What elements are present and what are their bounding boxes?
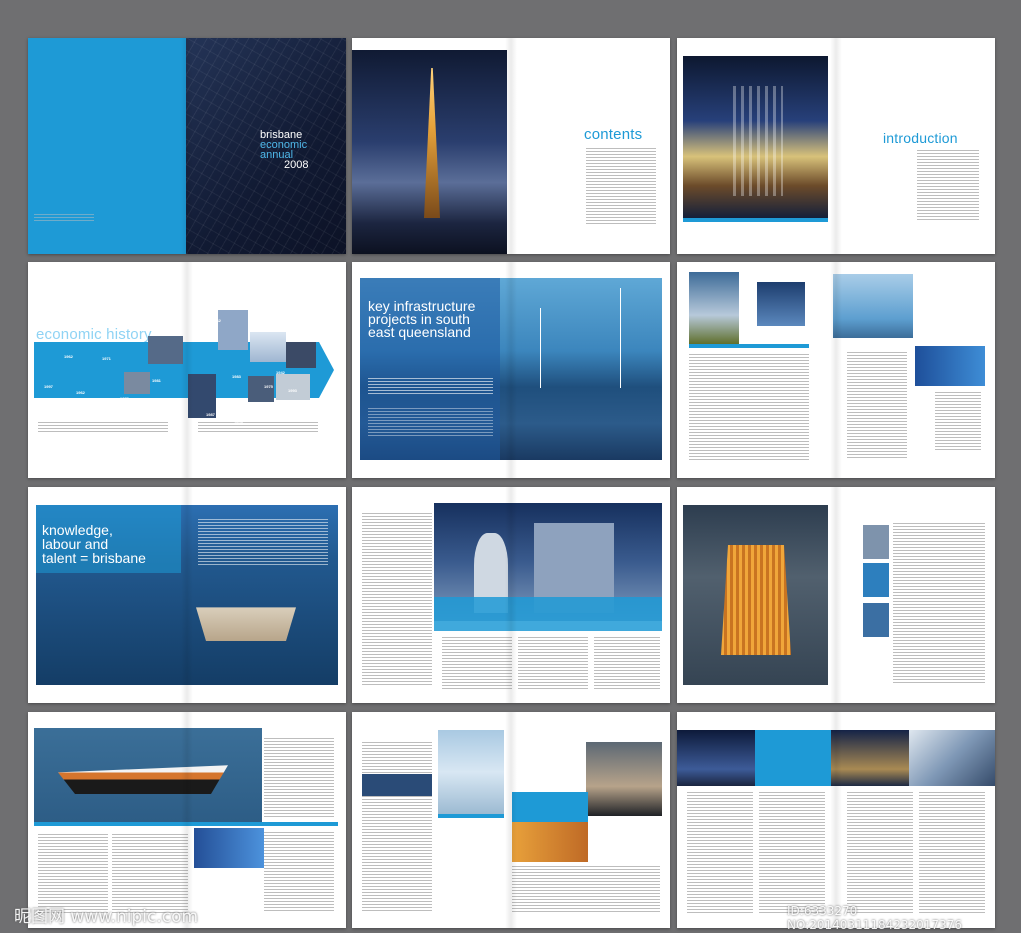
refinery-photo — [683, 56, 828, 218]
oil-rig-photo — [352, 50, 507, 254]
timeline-year-label: 1962 — [64, 354, 73, 359]
spread-lng-ship — [28, 712, 346, 928]
timeline-year-label: 1993 — [288, 388, 297, 393]
platform-sea-photo: knowledge, labour and talent = brisbane — [36, 505, 338, 685]
spread-energy-feature — [677, 262, 995, 478]
timeline-year-label: 1981 — [152, 378, 161, 383]
infra-title-line3: east queensland — [368, 324, 471, 340]
lng-ship-photo — [34, 728, 262, 822]
timeline-year-label: 1987 — [206, 412, 215, 417]
cover-building-photo: brisbane economic annual 2008 — [186, 38, 346, 254]
offshore-platform-photo — [683, 505, 828, 685]
timeline-year-label: 1962 — [76, 390, 85, 395]
knowledge-title-line1: knowledge, — [42, 522, 113, 538]
history-title: economic history — [36, 326, 152, 343]
introduction-title: introduction — [883, 130, 958, 146]
timeline-year-label: 1983 — [232, 374, 241, 379]
timeline-year-label: 1997 — [44, 384, 53, 389]
timeline-year-label: 1911 — [178, 330, 187, 335]
watermark-right: ID:6333270 NO:20140311184232017376 — [787, 904, 962, 932]
spread-knowledge: knowledge, labour and talent = brisbane — [28, 487, 346, 703]
timeline-year-label: 1942 — [276, 370, 285, 375]
cover-back-panel — [28, 38, 186, 254]
timeline-year-label: 1975 — [264, 384, 273, 389]
timeline-year-label: 1942 — [254, 418, 263, 423]
spread-closing — [677, 712, 995, 928]
spread-rig-pump — [352, 712, 670, 928]
spread-introduction: introduction — [677, 38, 995, 254]
timeline-year-label: 1971 — [102, 356, 111, 361]
spread-key-infrastructure: key infrastructure projects in south eas… — [352, 262, 670, 478]
contents-title: contents — [584, 126, 643, 143]
spread-contents: contents — [352, 38, 670, 254]
spread-economic-history: economic history 1862 1911 1928 1962 1971 198… — [28, 262, 346, 478]
knowledge-title-line2: labour and — [42, 536, 109, 552]
watermark-left: 昵图网 www.nipic.com — [14, 907, 199, 927]
timeline-year-label: 1862 — [212, 318, 221, 323]
timeline-year-label: 1984 — [168, 412, 177, 417]
timeline-year-label: 1928 — [296, 328, 305, 333]
timeline-year-label: 1978 — [120, 396, 129, 401]
timeline-year-label: 1928 — [234, 420, 243, 425]
cover-title-year: 2008 — [284, 159, 309, 171]
spread-cover: brisbane economic annual 2008 — [28, 38, 346, 254]
spread-power-station — [352, 487, 670, 703]
knowledge-title-line3: talent = brisbane — [42, 550, 146, 566]
timeline-year-label: 1970 — [296, 412, 305, 417]
offshore-wind-photo: key infrastructure projects in south eas… — [360, 278, 662, 460]
spread-offshore-platform — [677, 487, 995, 703]
